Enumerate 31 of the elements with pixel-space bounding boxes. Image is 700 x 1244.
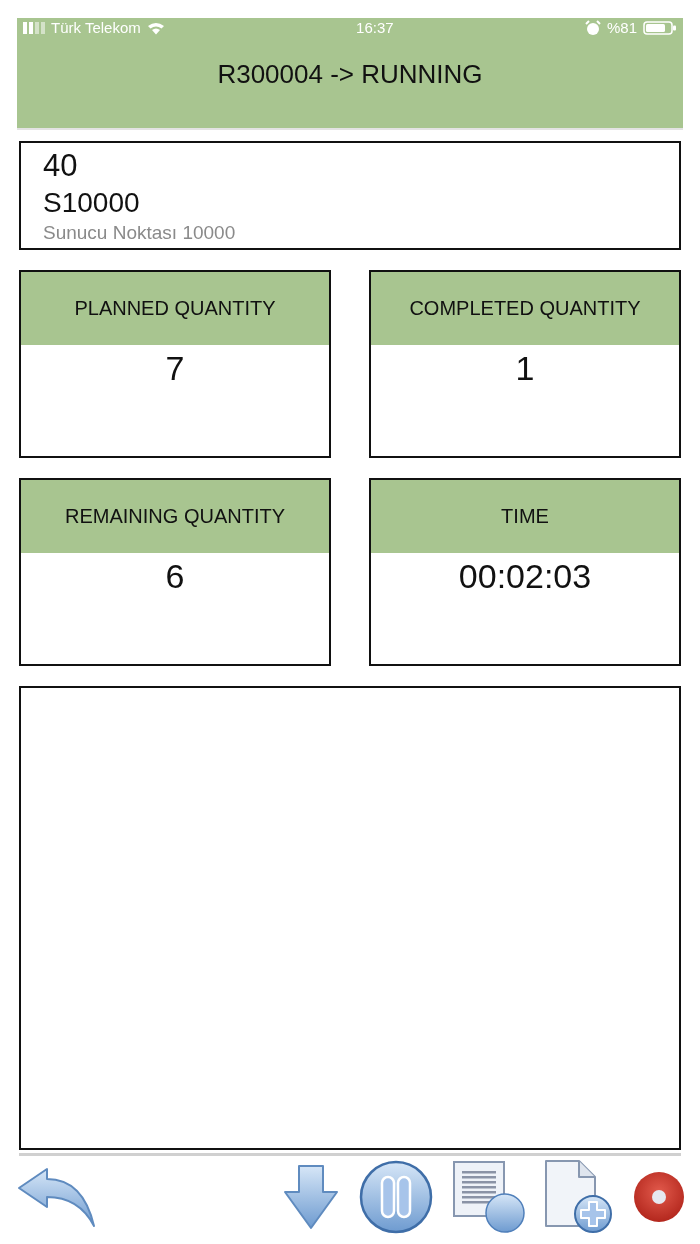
metric-label: REMAINING QUANTITY <box>21 480 329 553</box>
signal-icon <box>23 22 45 34</box>
document-circle-button[interactable] <box>453 1161 525 1233</box>
alarm-clock-icon <box>584 20 601 36</box>
metric-label: COMPLETED QUANTITY <box>371 272 679 345</box>
wifi-icon <box>146 21 165 35</box>
metric-value: 6 <box>165 556 185 596</box>
metric-label: PLANNED QUANTITY <box>21 272 329 345</box>
add-document-button[interactable] <box>545 1160 613 1234</box>
metric-value: 1 <box>515 348 535 388</box>
back-button[interactable] <box>17 1166 97 1228</box>
operation-number: 40 <box>43 147 78 185</box>
battery-percent: %81 <box>606 19 637 37</box>
metric-value: 7 <box>165 348 185 388</box>
record-button[interactable] <box>633 1171 685 1223</box>
down-arrow-button[interactable] <box>283 1164 339 1230</box>
operation-code: S10000 <box>43 186 140 220</box>
header-title: R300004 -> RUNNING <box>217 58 483 90</box>
record-icon <box>633 1171 685 1223</box>
pause-button[interactable] <box>359 1160 433 1234</box>
document-plus-icon <box>545 1160 613 1234</box>
operation-description: Sunucu Noktası 10000 <box>43 221 236 245</box>
curved-arrow-left-icon <box>17 1166 97 1228</box>
status-time: 16:37 <box>356 19 394 37</box>
document-circle-icon <box>453 1161 525 1233</box>
metric-value: 00:02:03 <box>458 556 592 596</box>
battery-icon <box>643 21 677 35</box>
arrow-down-icon <box>283 1164 339 1230</box>
carrier-name: Türk Telekom <box>51 19 141 37</box>
metric-label: TIME <box>371 480 679 553</box>
pause-icon <box>359 1160 433 1234</box>
